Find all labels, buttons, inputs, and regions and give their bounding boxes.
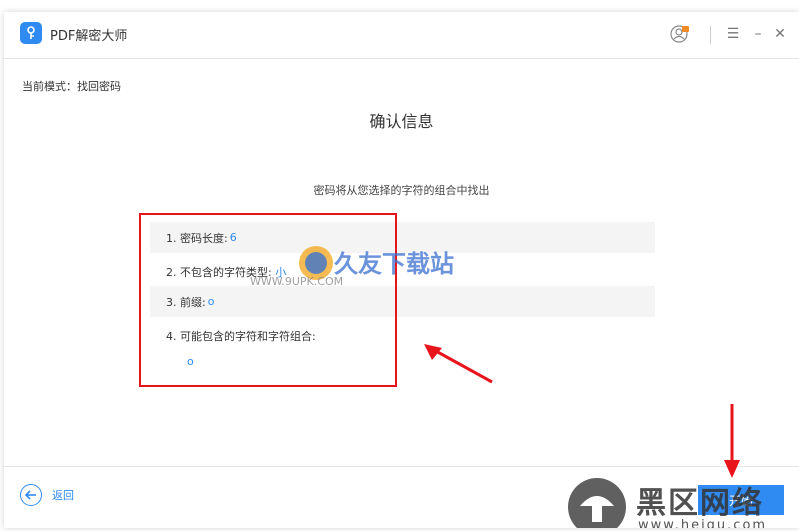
page-title: 确认信息 bbox=[369, 112, 434, 131]
annotation-arrow-down bbox=[724, 404, 740, 478]
app-window: PDF解密大师 ☰ – ✕ 当前模式：找回密码 确认信息 密码将从您选择的字符的… bbox=[4, 12, 799, 528]
back-button[interactable]: 返回 bbox=[20, 484, 74, 506]
mushroom-logo-icon bbox=[568, 478, 626, 528]
watermark-url: WWW.9UPK.COM bbox=[250, 275, 344, 288]
back-label: 返回 bbox=[52, 489, 74, 502]
menu-icon[interactable]: ☰ bbox=[723, 24, 743, 44]
arrow-left-icon bbox=[20, 484, 42, 506]
app-title: PDF解密大师 bbox=[50, 29, 128, 44]
minimize-icon[interactable]: – bbox=[748, 24, 768, 44]
title-bar: PDF解密大师 ☰ – ✕ bbox=[4, 12, 799, 59]
key-icon bbox=[20, 22, 42, 44]
user-account-icon[interactable] bbox=[670, 24, 690, 44]
current-mode-label: 当前模式：找回密码 bbox=[22, 80, 121, 93]
corner-brand-text: 黑区网络 bbox=[636, 486, 764, 521]
annotation-highlight-box bbox=[139, 213, 397, 387]
title-bar-separator bbox=[710, 26, 711, 44]
corner-watermark: 黑区网络 www.heiqu.com bbox=[564, 474, 799, 528]
watermark-logo-text: 久友下载站 bbox=[334, 250, 454, 278]
annotation-arrow-left bbox=[424, 344, 493, 384]
page-subtitle: 密码将从您选择的字符的组合中找出 bbox=[313, 184, 490, 197]
corner-url-text: www.heiqu.com bbox=[638, 518, 768, 528]
close-icon[interactable]: ✕ bbox=[770, 24, 790, 44]
